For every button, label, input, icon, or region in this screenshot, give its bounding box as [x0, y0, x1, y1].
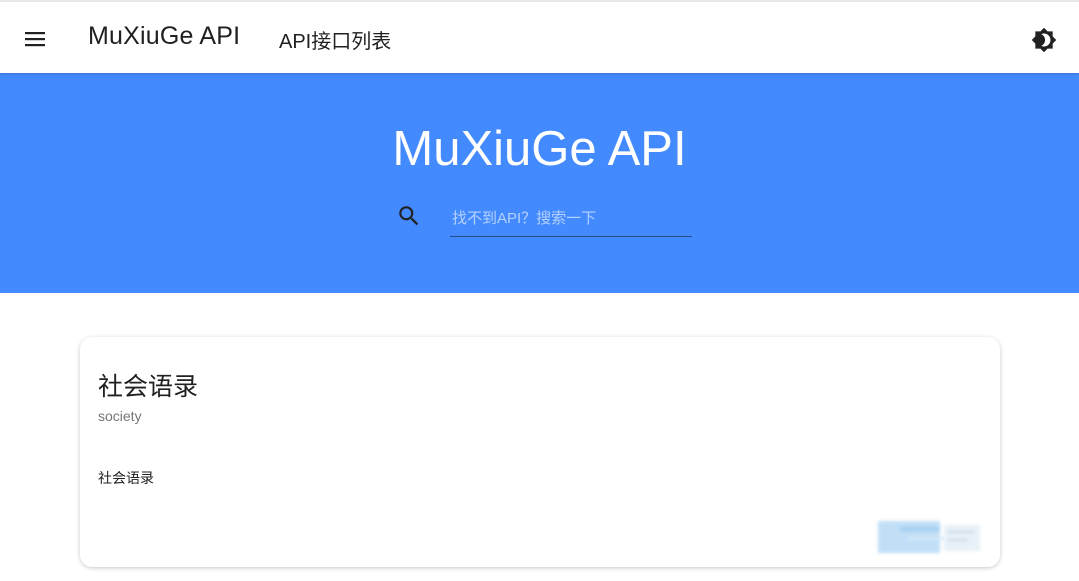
app-bar: MuXiuGe API API接口列表	[0, 0, 1079, 73]
hero-banner: MuXiuGe API	[0, 73, 1079, 293]
search-icon	[399, 206, 419, 226]
card-thumbnail-image	[878, 521, 980, 553]
menu-button[interactable]	[14, 18, 56, 60]
card-description: 社会语录	[98, 470, 154, 486]
nav-link-api-list[interactable]: API接口列表	[279, 25, 391, 54]
app-title[interactable]: MuXiuGe API	[88, 22, 240, 51]
card-title: 社会语录	[98, 373, 199, 401]
hero-title: MuXiuGe API	[392, 122, 687, 176]
theme-toggle-button[interactable]	[1022, 18, 1066, 62]
card-subtitle: society	[98, 408, 142, 424]
menu-icon	[25, 32, 45, 47]
brightness-icon	[1031, 27, 1057, 53]
search-input[interactable]	[450, 201, 692, 237]
api-card[interactable]: 社会语录 society 社会语录	[80, 337, 1000, 567]
